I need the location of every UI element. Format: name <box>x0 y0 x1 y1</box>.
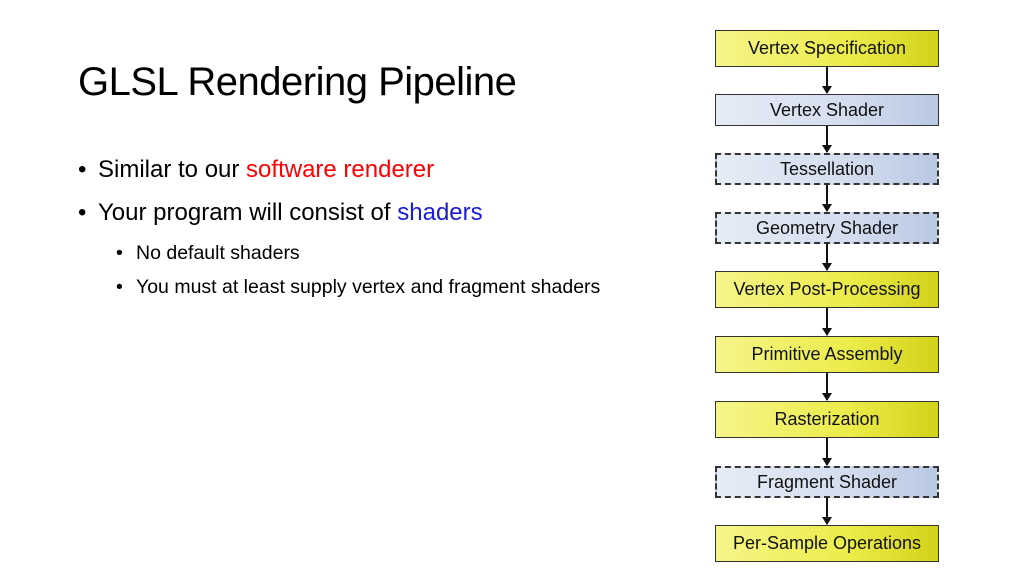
stage-tessellation: Tessellation <box>715 153 939 185</box>
highlight-software-renderer: software renderer <box>246 156 435 183</box>
arrow-icon <box>822 308 832 336</box>
sub-bullet-item: • You must at least supply vertex and fr… <box>78 275 600 299</box>
stage-vertex-post-processing: Vertex Post-Processing <box>715 271 939 308</box>
bullet-text: Similar to our software renderer <box>98 155 434 185</box>
bullet-list: • Similar to our software renderer • You… <box>78 155 600 309</box>
bullet-icon: • <box>78 156 87 183</box>
stage-vertex-specification: Vertex Specification <box>715 30 939 67</box>
slide-title: GLSL Rendering Pipeline <box>78 60 517 104</box>
bullet-text-prefix: Your program will consist of <box>98 199 398 226</box>
stage-geometry-shader: Geometry Shader <box>715 212 939 244</box>
arrow-icon <box>822 498 832 525</box>
arrow-icon <box>822 126 832 153</box>
stage-fragment-shader: Fragment Shader <box>715 466 939 498</box>
arrow-icon <box>822 185 832 212</box>
bullet-item: • Your program will consist of shaders <box>78 198 600 228</box>
arrow-icon <box>822 67 832 94</box>
bullet-icon: • <box>116 242 123 264</box>
sub-bullet-item: • No default shaders <box>78 241 600 265</box>
arrow-icon <box>822 438 832 466</box>
stage-vertex-shader: Vertex Shader <box>715 94 939 126</box>
stage-primitive-assembly: Primitive Assembly <box>715 336 939 373</box>
bullet-icon: • <box>116 276 123 298</box>
highlight-shaders: shaders <box>397 199 483 226</box>
arrow-icon <box>822 373 832 401</box>
bullet-icon: • <box>78 199 87 226</box>
bullet-item: • Similar to our software renderer <box>78 155 600 185</box>
sub-bullet-text: You must at least supply vertex and frag… <box>136 276 601 298</box>
stage-per-sample-operations: Per-Sample Operations <box>715 525 939 562</box>
arrow-icon <box>822 244 832 271</box>
stage-rasterization: Rasterization <box>715 401 939 438</box>
sub-bullet-text: No default shaders <box>136 242 300 264</box>
bullet-text: Your program will consist of shaders <box>98 198 483 228</box>
bullet-text-prefix: Similar to our <box>98 156 247 183</box>
